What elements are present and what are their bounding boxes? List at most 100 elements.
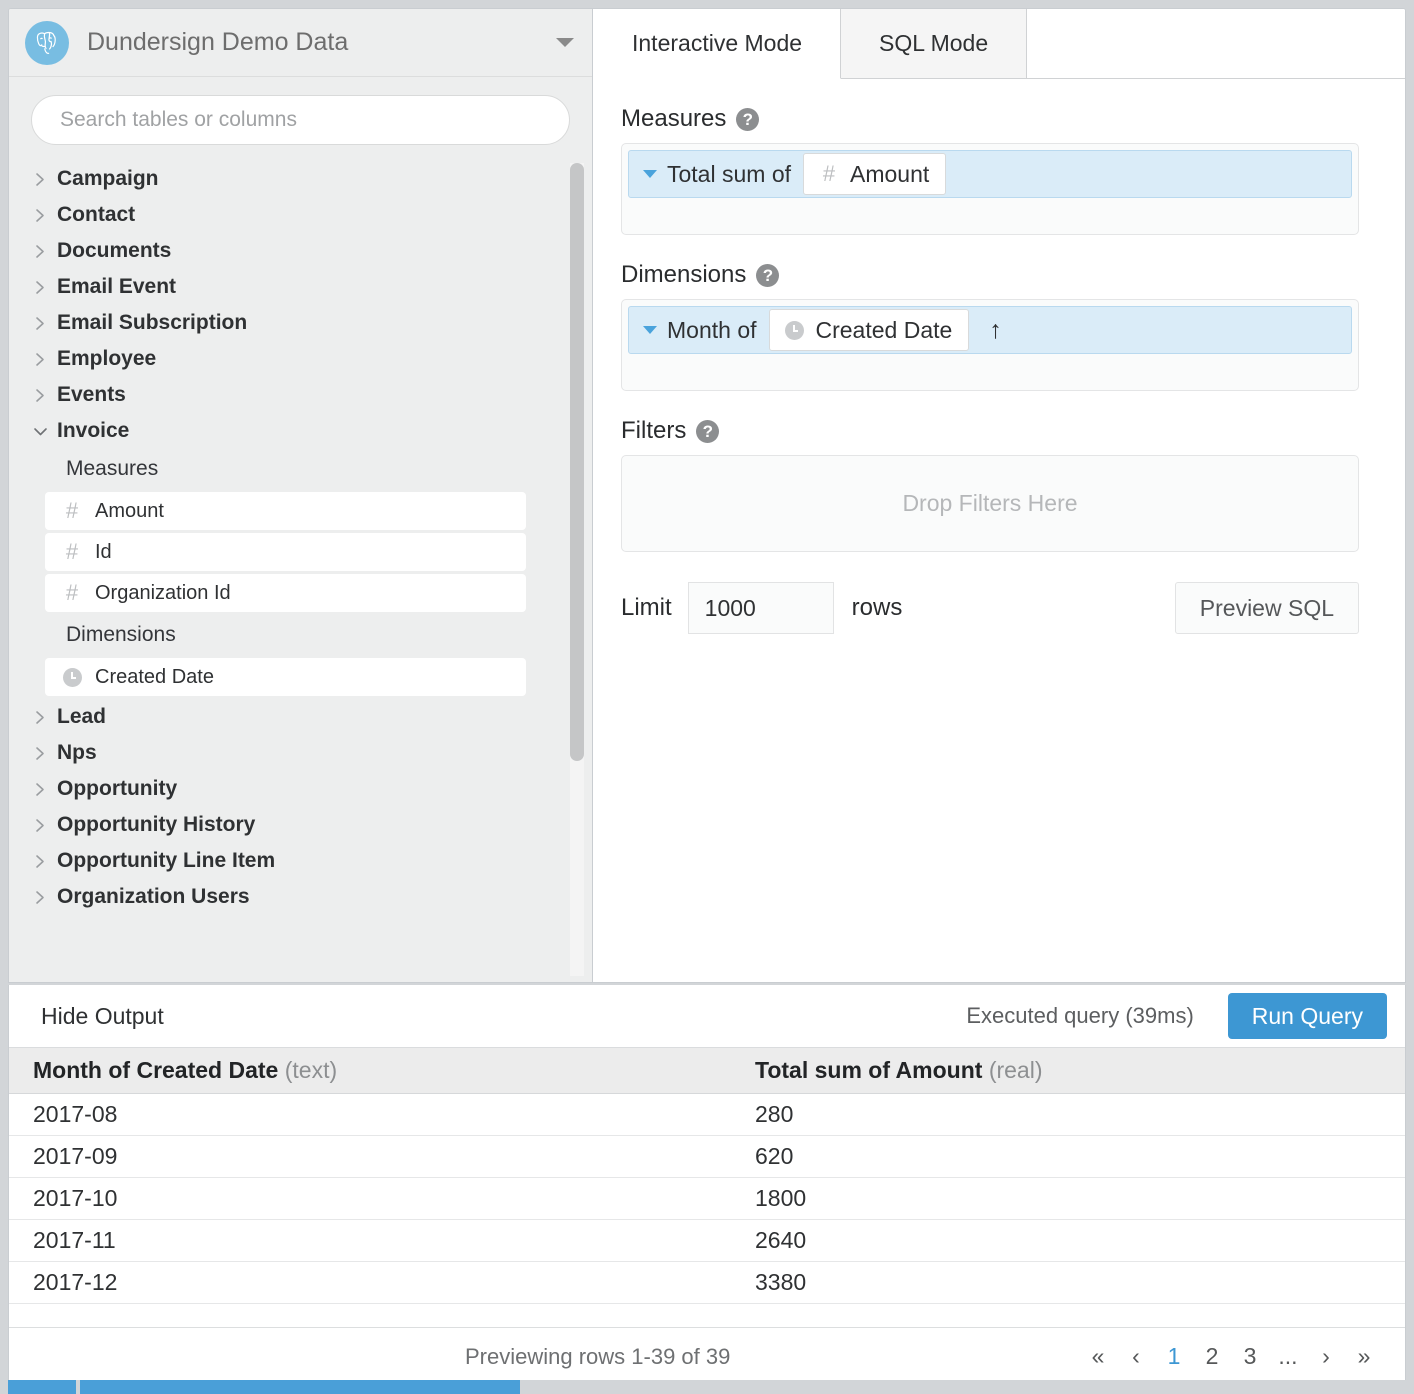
cell-month: 2017-12 — [33, 1269, 118, 1295]
tree-node-label: Organization Users — [57, 885, 250, 908]
chevron-right-icon[interactable] — [31, 746, 49, 761]
run-query-button[interactable]: Run Query — [1227, 993, 1387, 1039]
measures-group-header: Measures — [66, 457, 159, 480]
page-ellipsis[interactable]: ... — [1269, 1338, 1307, 1376]
dimension-field-created-date[interactable]: Created Date — [45, 658, 526, 696]
question-mark-icon[interactable]: ? — [696, 419, 720, 443]
clock-icon — [782, 320, 808, 340]
results-table-header: Month of Created Date (text) Total sum o… — [9, 1048, 1405, 1094]
chevron-right-icon[interactable] — [31, 316, 49, 331]
measure-field-id[interactable]: # Id — [45, 533, 526, 571]
field-label: Id — [95, 540, 112, 563]
tree-node-label: Opportunity History — [57, 813, 256, 836]
chevron-right-icon[interactable] — [31, 818, 49, 833]
column-name: Total sum of Amount — [755, 1057, 983, 1083]
query-builder-app: Dundersign Demo Data Campaign Contact Docu… — [0, 0, 1414, 1394]
tab-sql-mode[interactable]: SQL Mode — [841, 9, 1028, 78]
tree-node-lead[interactable]: Lead — [9, 699, 562, 735]
cell-total: 620 — [755, 1143, 794, 1169]
tree-node-employee[interactable]: Employee — [9, 341, 562, 377]
hide-output-button[interactable]: Hide Output — [41, 1003, 164, 1030]
measures-dropzone[interactable]: Total sum of # Amount — [621, 143, 1359, 235]
first-page[interactable]: « — [1079, 1338, 1117, 1376]
tab-interactive-mode[interactable]: Interactive Mode — [593, 9, 842, 79]
hash-icon: # — [65, 539, 79, 564]
tree-node-events[interactable]: Events — [9, 377, 562, 413]
tree-node-email-subscription[interactable]: Email Subscription — [9, 305, 562, 341]
chevron-right-icon[interactable] — [31, 244, 49, 259]
column-name: Month of Created Date — [33, 1057, 279, 1083]
chevron-right-icon[interactable] — [31, 208, 49, 223]
last-page[interactable]: » — [1345, 1338, 1383, 1376]
hash-icon: # — [65, 498, 79, 523]
rows-label: rows — [851, 594, 903, 621]
measure-field-chip[interactable]: # Amount — [803, 153, 947, 195]
tree-node-label: Lead — [57, 705, 107, 728]
prev-page[interactable]: ‹ — [1117, 1338, 1155, 1376]
chevron-right-icon[interactable] — [31, 710, 49, 725]
preview-sql-button[interactable]: Preview SQL — [1174, 582, 1359, 634]
tree-node-invoice[interactable]: Invoice — [9, 413, 562, 449]
schema-sidebar: Dundersign Demo Data Campaign Contact Docu… — [9, 9, 593, 982]
tree-node-opportunity-line-item[interactable]: Opportunity Line Item — [9, 843, 562, 879]
chevron-right-icon[interactable] — [31, 172, 49, 187]
tree-node-label: Campaign — [57, 167, 159, 190]
tree-node-documents[interactable]: Documents — [9, 233, 562, 269]
dimension-field-chip[interactable]: Created Date — [768, 309, 970, 351]
page-2[interactable]: 2 — [1193, 1338, 1231, 1376]
question-mark-icon[interactable]: ? — [756, 263, 780, 287]
tree-scroll-content: Campaign Contact Documents Email Event Email… — [9, 161, 592, 915]
chevron-right-icon[interactable] — [31, 854, 49, 869]
measure-pill[interactable]: Total sum of # Amount — [628, 150, 1352, 198]
chevron-right-icon[interactable] — [31, 890, 49, 905]
measure-field-amount[interactable]: # Amount — [45, 492, 526, 530]
chevron-right-icon[interactable] — [31, 280, 49, 295]
tree-node-opportunity[interactable]: Opportunity — [9, 771, 562, 807]
database-name: Dundersign Demo Data — [87, 28, 349, 56]
sort-ascending-icon[interactable]: ↑ — [989, 317, 1002, 343]
scrollbar-segment-thumb[interactable] — [80, 1380, 520, 1394]
measure-field-organization-id[interactable]: # Organization Id — [45, 574, 526, 612]
limit-input[interactable] — [687, 582, 834, 634]
sidebar-scrollbar-thumb[interactable] — [570, 163, 584, 761]
tree-node-label: Opportunity — [57, 777, 178, 800]
dimensions-dropzone[interactable]: Month of Created Date ↑ — [621, 299, 1359, 391]
field-label: Organization Id — [95, 581, 231, 604]
caret-down-icon[interactable] — [643, 170, 657, 178]
scrollbar-segment-left[interactable] — [8, 1380, 76, 1394]
page-1[interactable]: 1 — [1155, 1338, 1193, 1376]
chevron-down-icon[interactable] — [556, 38, 574, 47]
caret-down-icon[interactable] — [643, 326, 657, 334]
filters-dropzone[interactable]: Drop Filters Here — [621, 455, 1359, 552]
chevron-down-icon[interactable] — [31, 426, 49, 437]
tree-node-nps[interactable]: Nps — [9, 735, 562, 771]
database-selector[interactable]: Dundersign Demo Data — [9, 9, 592, 77]
filters-label-text: Filters — [621, 417, 687, 444]
column-header-total[interactable]: Total sum of Amount (real) — [731, 1057, 1405, 1084]
bottom-scrollbar[interactable] — [0, 1380, 1414, 1394]
search-input[interactable] — [31, 95, 570, 145]
next-page[interactable]: › — [1307, 1338, 1345, 1376]
dimensions-group-header: Dimensions — [66, 623, 176, 646]
dimension-field-name: Created Date — [815, 316, 953, 343]
tree-node-organization-users[interactable]: Organization Users — [9, 879, 562, 915]
clock-icon — [59, 667, 85, 687]
chevron-right-icon[interactable] — [31, 782, 49, 797]
limit-label: Limit — [621, 594, 672, 621]
measure-field-name: Amount — [850, 160, 930, 187]
tree-node-contact[interactable]: Contact — [9, 197, 562, 233]
chevron-right-icon[interactable] — [31, 352, 49, 367]
results-table-body: 2017-08 280 2017-09 620 2017-10 1800 2017-11 26… — [9, 1094, 1405, 1327]
tree-node-email-event[interactable]: Email Event — [9, 269, 562, 305]
question-mark-icon[interactable]: ? — [736, 107, 760, 131]
chevron-right-icon[interactable] — [31, 388, 49, 403]
column-header-month[interactable]: Month of Created Date (text) — [9, 1057, 731, 1084]
postgresql-elephant-icon — [25, 20, 69, 65]
dimension-pill[interactable]: Month of Created Date ↑ — [628, 306, 1352, 354]
pagination-bar: Previewing rows 1-39 of 39 «‹ 1 2 3... ›» — [9, 1327, 1405, 1385]
hash-icon: # — [65, 580, 79, 605]
tree-node-campaign[interactable]: Campaign — [9, 161, 562, 197]
mode-tabs: Interactive Mode SQL Mode — [593, 9, 1405, 79]
tree-node-opportunity-history[interactable]: Opportunity History — [9, 807, 562, 843]
page-3[interactable]: 3 — [1231, 1338, 1269, 1376]
